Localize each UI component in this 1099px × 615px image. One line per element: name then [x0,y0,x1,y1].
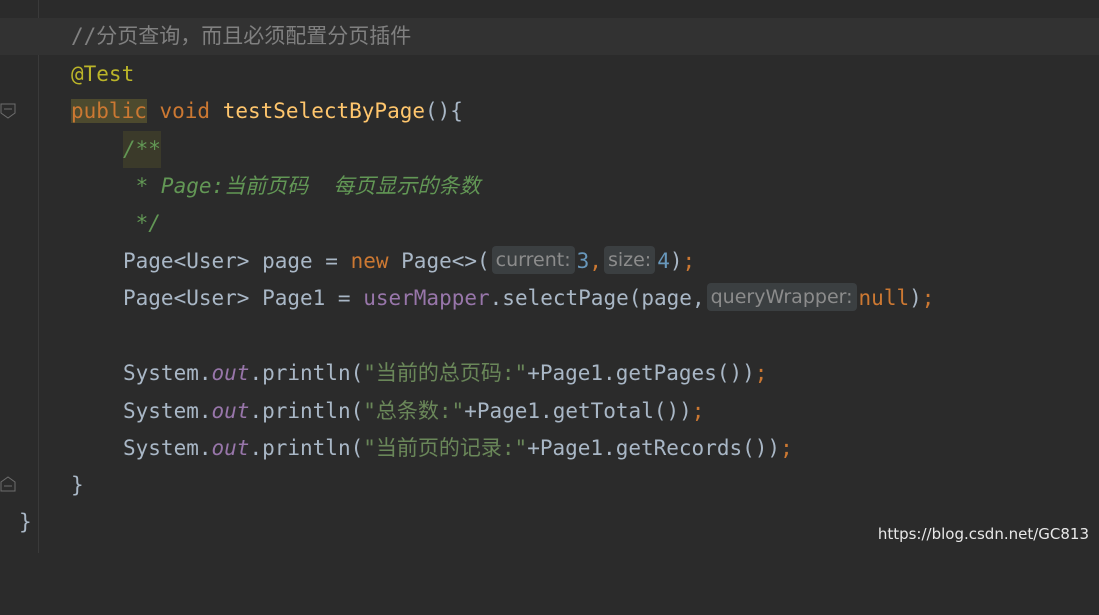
closing-brace: } [71,473,84,497]
doc-comment-end: */ [123,211,161,235]
semicolon: ; [682,249,696,273]
semicolon: ; [780,436,793,460]
param-hint-current: current: [491,246,575,274]
number-literal: 3 [576,249,590,273]
code-text: Page<>( [388,249,490,273]
code-text: .selectPage(page, [489,286,705,310]
string-literal: "总条数:" [363,399,465,423]
semicolon: ; [754,361,768,385]
code-text: System. [123,436,212,460]
method-signature: public void testSelectByPage(){ [71,93,463,130]
code-text: ) [909,286,922,310]
code-text: Page<User> Page1 = [123,286,364,310]
code-text: System. [123,361,212,385]
code-text: Page<User> page = [123,249,351,273]
page1-declaration: Page<User> Page1 = userMapper.selectPage… [123,280,934,317]
code-text: ) [669,249,683,273]
code-line: * Page:当前页码 每页显示的条数 [0,168,1099,205]
println-statement: System.out.println("当前页的记录:"+Page1.getRe… [123,430,793,467]
println-statement: System.out.println("总条数:"+Page1.getTotal… [123,393,704,430]
keyword-void: void [146,99,223,123]
static-field-out: out [211,436,250,460]
field-usermapper: userMapper [363,286,490,310]
code-line: Page<User> Page1 = userMapper.selectPage… [0,280,1099,317]
code-line: System.out.println("当前的总页码:"+Page1.getPa… [0,355,1099,392]
doc-comment-body: * Page:当前页码 每页显示的条数 [123,174,481,198]
code-line: public void testSelectByPage(){ [0,93,1099,130]
semicolon: ; [921,286,935,310]
code-text: +Page1.getRecords()) [527,436,781,460]
code-text: .println( [249,436,364,460]
param-hint-size: size: [603,246,656,274]
code-line: //分页查询，而且必须配置分页插件 [0,18,1099,55]
code-line: System.out.println("当前页的记录:"+Page1.getRe… [0,430,1099,467]
string-literal: "当前的总页码:" [363,361,528,385]
code-text: +Page1.getTotal()) [464,399,692,423]
number-literal: 4 [657,249,670,273]
code-line: /** [0,131,1099,168]
param-hint-querywrapper: queryWrapper: [706,283,857,311]
closing-brace: } [19,510,32,534]
code-text: .println( [249,399,364,423]
code-line: */ [0,205,1099,242]
keyword-public: public [71,99,147,123]
annotation: @Test [71,62,135,86]
method-parens: (){ [425,99,463,123]
code-line: @Test [0,56,1099,93]
code-text: +Page1.getPages()) [527,361,755,385]
string-literal: "当前页的记录:" [363,436,528,460]
keyword-null: null [858,286,910,310]
code-line: System.out.println("总条数:"+Page1.getTotal… [0,393,1099,430]
method-name: testSelectByPage [222,99,426,123]
semicolon: ; [691,399,705,423]
code-editor[interactable]: //分页查询，而且必须配置分页插件 @Test public void test… [0,0,1099,553]
comma: , [589,249,602,273]
static-field-out: out [211,399,250,423]
code-line: Page<User> page = new Page<>(current: 3, s… [0,243,1099,280]
code-text: .println( [249,361,364,385]
page-declaration: Page<User> page = new Page<>(current: 3, s… [123,243,695,280]
watermark: https://blog.csdn.net/GC813 [877,525,1089,543]
line-comment: //分页查询，而且必须配置分页插件 [71,24,412,48]
println-statement: System.out.println("当前的总页码:"+Page1.getPa… [123,355,767,392]
code-text: System. [123,399,212,423]
doc-comment-start: /** [123,131,161,168]
code-line: } [0,467,1099,504]
keyword-new: new [350,249,389,273]
static-field-out: out [211,361,250,385]
